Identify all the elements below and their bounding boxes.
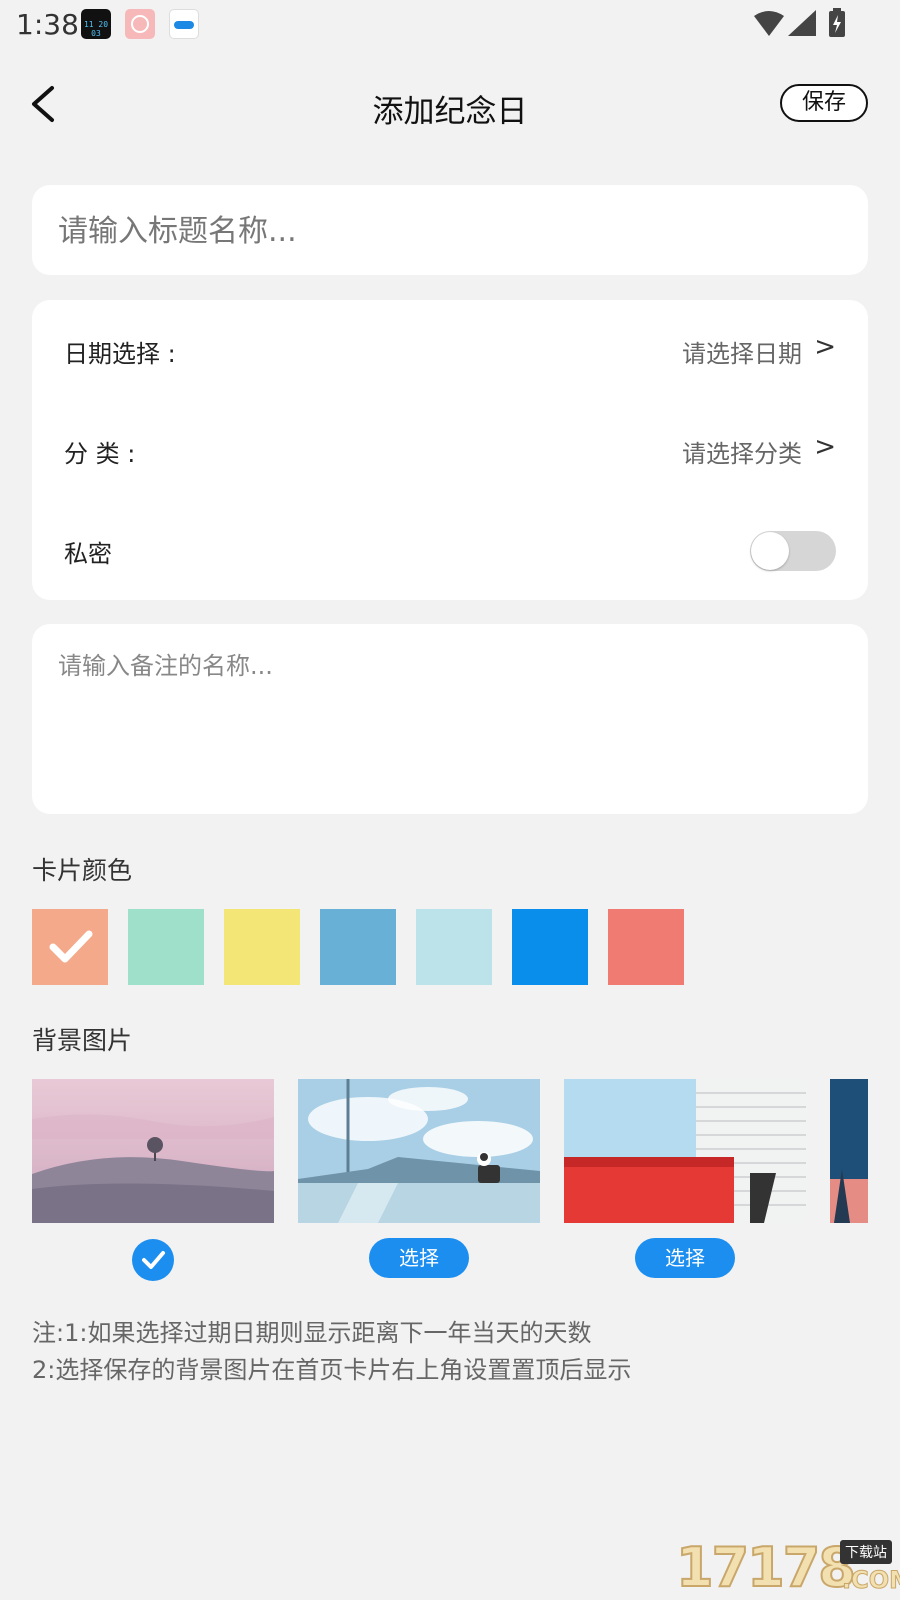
card-color-title: 卡片颜色 xyxy=(32,856,133,885)
background-selected-indicator[interactable] xyxy=(132,1239,174,1281)
background-title: 背景图片 xyxy=(32,1026,133,1055)
note-card xyxy=(32,624,868,814)
category-row[interactable]: 分 类 : 请选择分类 > xyxy=(32,410,868,490)
color-swatch[interactable] xyxy=(320,909,396,985)
category-label: 分 类 : xyxy=(64,440,136,468)
select-background-button[interactable]: 选择 xyxy=(635,1238,735,1278)
select-background-button[interactable]: 选择 xyxy=(369,1238,469,1278)
private-toggle[interactable] xyxy=(750,531,836,571)
color-swatch[interactable] xyxy=(224,909,300,985)
watermark-logo: 17178 下载站 .COM xyxy=(675,1535,900,1600)
cake-app-icon xyxy=(125,9,155,39)
page-title: 添加纪念日 xyxy=(372,94,528,130)
signal-icon xyxy=(788,10,816,36)
title-input[interactable] xyxy=(56,185,840,277)
color-swatch[interactable] xyxy=(416,909,492,985)
clock-app-icon: 11 20 03 xyxy=(81,9,111,39)
status-time: 1:38 xyxy=(16,8,79,41)
note-input[interactable] xyxy=(56,644,848,798)
date-label: 日期选择 : xyxy=(64,340,176,368)
watermark-tag: 下载站 xyxy=(840,1540,892,1564)
toggle-knob xyxy=(751,532,789,570)
save-button[interactable]: 保存 xyxy=(780,84,868,122)
status-bar: 1:38 11 20 03 xyxy=(0,0,900,50)
color-swatch[interactable] xyxy=(128,909,204,985)
night-tree-image[interactable] xyxy=(830,1079,868,1223)
check-icon xyxy=(49,930,93,963)
clock-app-icon-text: 11 20 03 xyxy=(83,20,109,38)
chevron-right-icon: > xyxy=(814,332,836,362)
car-app-icon xyxy=(169,9,199,39)
color-swatch[interactable] xyxy=(608,909,684,985)
color-swatch[interactable] xyxy=(512,909,588,985)
check-icon xyxy=(142,1251,165,1269)
date-value: 请选择日期 xyxy=(682,340,802,368)
red-roof-image[interactable] xyxy=(564,1079,806,1223)
cat-on-wall-image[interactable] xyxy=(298,1079,540,1223)
form-card: 日期选择 : 请选择日期 > 分 类 : 请选择分类 > 私密 xyxy=(32,300,868,600)
title-card xyxy=(32,185,868,277)
pink-hill-tree-image[interactable] xyxy=(32,1079,274,1223)
battery-icon xyxy=(829,8,845,37)
date-row[interactable]: 日期选择 : 请选择日期 > xyxy=(32,310,868,390)
watermark-suffix: .COM xyxy=(841,1566,900,1595)
color-swatch[interactable] xyxy=(32,909,108,985)
note-line-1: 注:1:如果选择过期日期则显示距离下一年当天的天数 xyxy=(32,1319,592,1347)
watermark-number: 17178 xyxy=(675,1535,857,1600)
note-line-2: 2:选择保存的背景图片在首页卡片右上角设置置顶后显示 xyxy=(32,1356,632,1384)
private-label: 私密 xyxy=(64,540,112,568)
header: 添加纪念日 保存 xyxy=(0,60,900,150)
private-row: 私密 xyxy=(32,510,868,590)
category-value: 请选择分类 xyxy=(682,440,802,468)
chevron-right-icon: > xyxy=(814,432,836,462)
wifi-icon xyxy=(754,11,784,36)
